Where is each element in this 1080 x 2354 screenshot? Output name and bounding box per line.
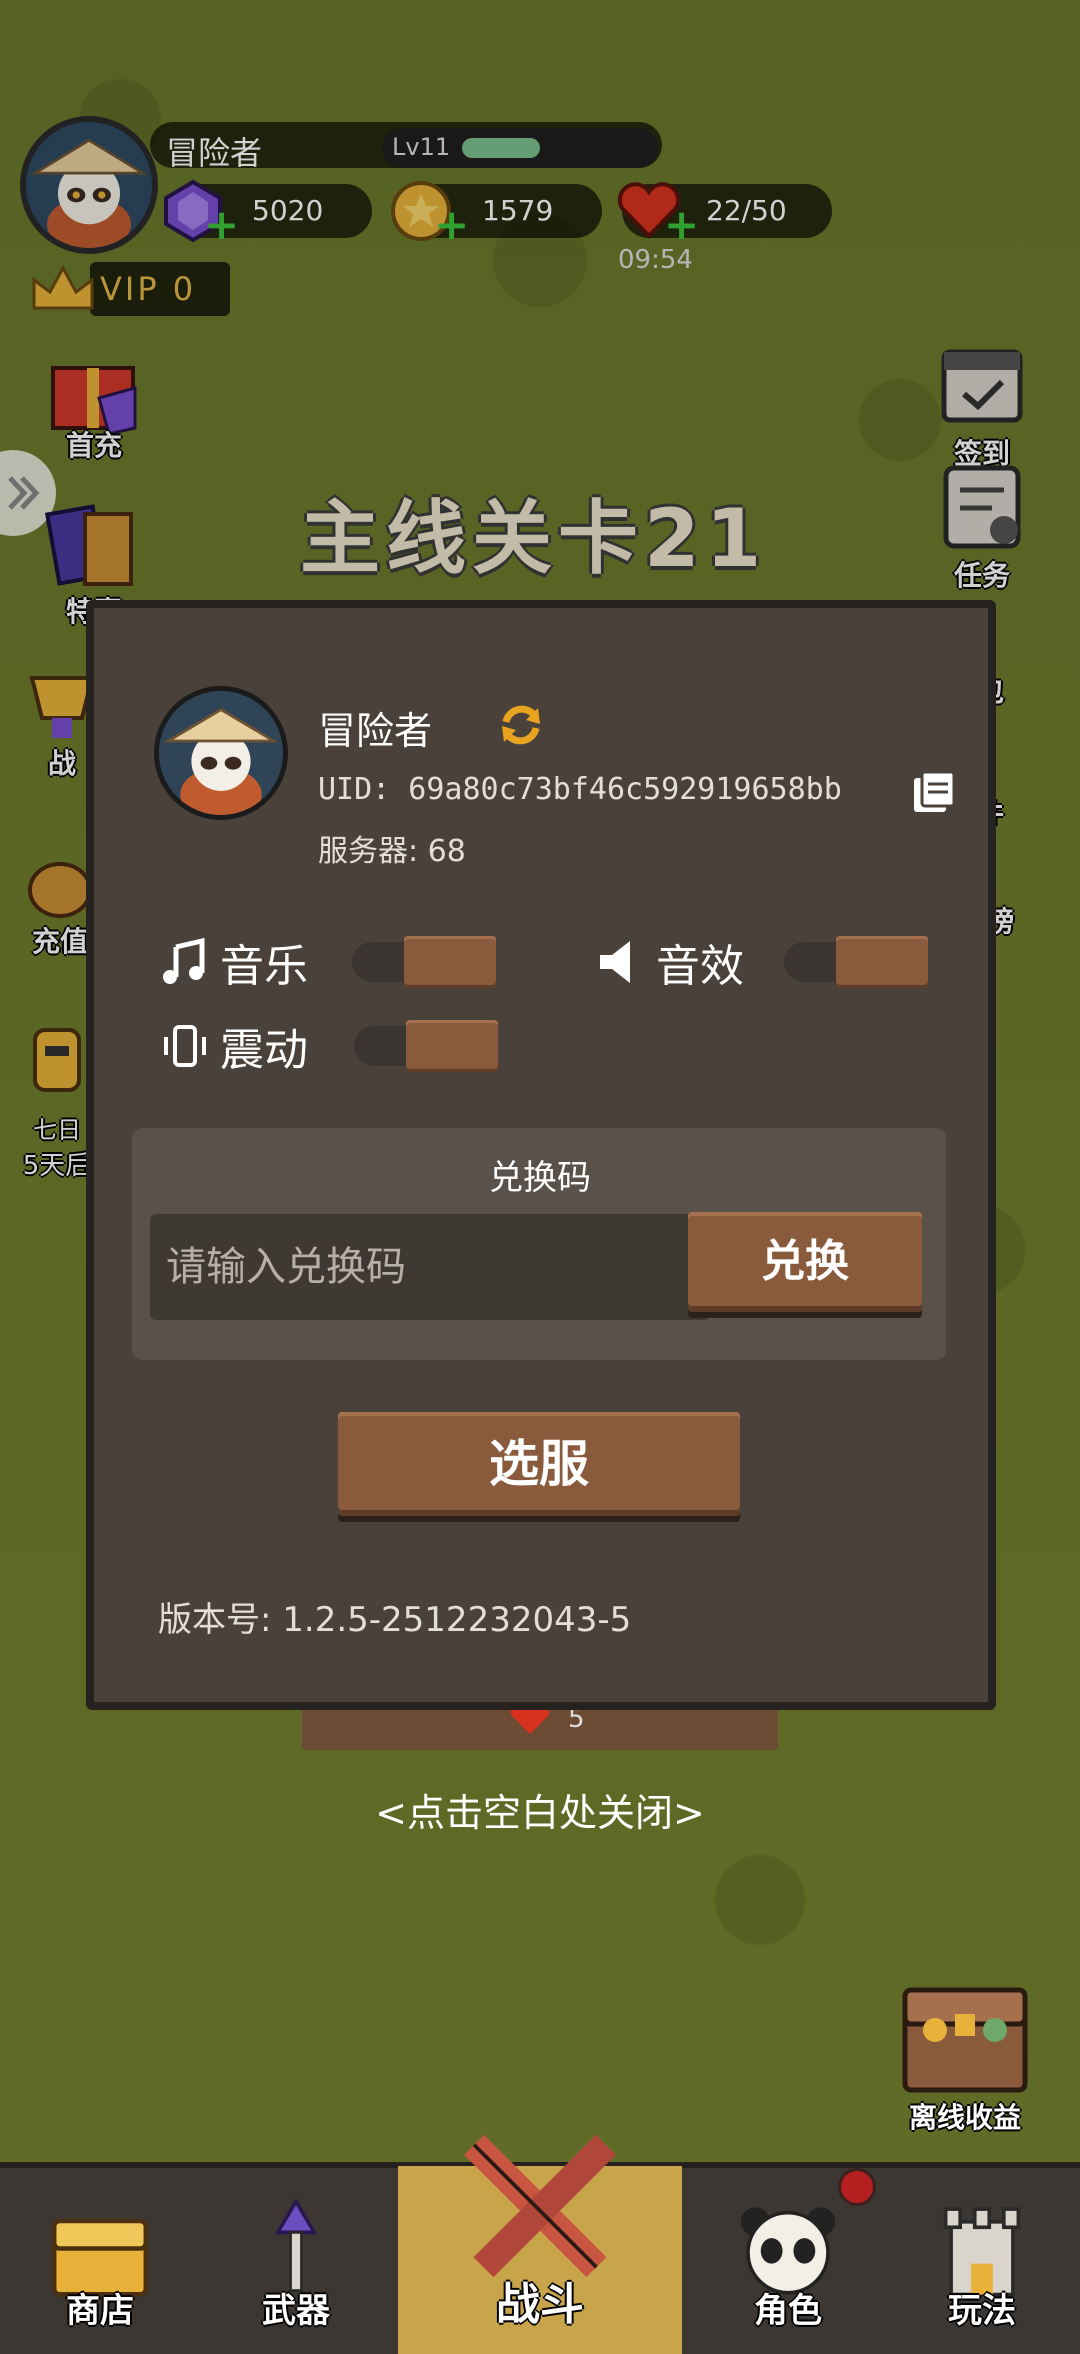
offline-reward-button[interactable]: 离线收益: [870, 1970, 1060, 2136]
nav-battle-label: 战斗: [496, 2279, 584, 2330]
panda-avatar-icon: [159, 691, 283, 815]
nav-play[interactable]: 玩法: [902, 2166, 1062, 2354]
sfx-setting: 音效: [596, 930, 744, 994]
modal-avatar[interactable]: [154, 686, 288, 820]
vibrate-label: 震动: [220, 1025, 308, 1076]
nav-play-label: 玩法: [948, 2291, 1016, 2331]
uid-text: UID: 69a80c73bf46c592919658bb: [318, 772, 842, 807]
copy-icon[interactable]: [910, 768, 958, 816]
sfx-toggle[interactable]: [784, 936, 928, 988]
treasure-chest-icon: [902, 1987, 1028, 2093]
sfx-toggle-knob: [836, 936, 928, 988]
redeem-code-input[interactable]: [150, 1214, 710, 1320]
crossed-swords-icon: [464, 2134, 616, 2278]
vibrate-setting: 震动: [160, 1014, 308, 1078]
nav-shop[interactable]: 商店: [20, 2166, 180, 2354]
version-text: 版本号: 1.2.5-2512232043-5: [158, 1600, 632, 1640]
music-setting: 音乐: [160, 930, 308, 994]
redeem-button[interactable]: 兑换: [688, 1212, 922, 1312]
rename-refresh-icon[interactable]: [494, 698, 548, 752]
notification-dot: [838, 2168, 876, 2206]
nav-weapon[interactable]: 武器: [216, 2166, 376, 2354]
select-server-button[interactable]: 选服: [338, 1412, 740, 1516]
sfx-label: 音效: [656, 941, 744, 992]
weapon-staff-icon: [274, 2197, 318, 2292]
nav-weapon-label: 武器: [262, 2291, 330, 2331]
vibrate-icon: [164, 1025, 206, 1067]
vibrate-toggle-knob: [406, 1020, 498, 1072]
offline-reward-label: 离线收益: [908, 2101, 1021, 2134]
server-text: 服务器: 68: [318, 834, 466, 869]
nav-role-label: 角色: [754, 2291, 822, 2331]
close-hint: <点击空白处关闭>: [375, 1791, 705, 1835]
music-note-icon: [163, 937, 205, 984]
music-label: 音乐: [220, 941, 308, 992]
redeem-title: 兑换码: [489, 1158, 591, 1198]
music-toggle-knob: [404, 936, 496, 988]
speaker-icon: [600, 941, 630, 983]
modal-player-name: 冒险者: [318, 709, 433, 753]
nav-battle[interactable]: 战斗: [398, 2134, 682, 2354]
nav-shop-label: 商店: [66, 2291, 134, 2331]
vibrate-toggle[interactable]: [354, 1020, 498, 1072]
music-toggle[interactable]: [352, 936, 496, 988]
